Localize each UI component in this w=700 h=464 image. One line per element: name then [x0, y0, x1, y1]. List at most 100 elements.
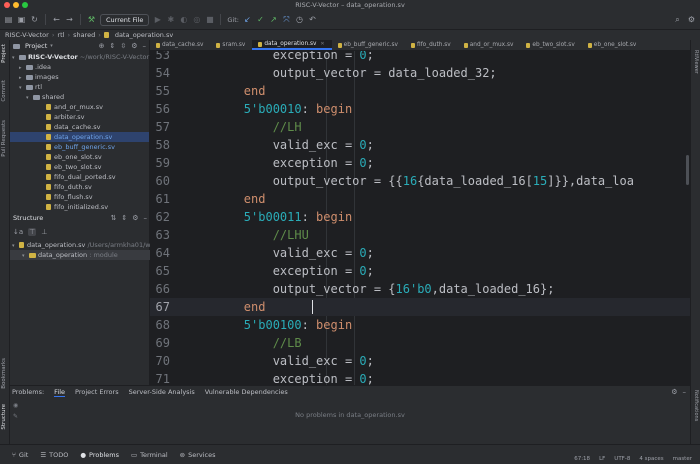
tab-eb-buff-generic[interactable]: eb_buff_generic.sv — [332, 40, 405, 50]
breadcrumb-project[interactable]: RISC-V-Vector — [5, 31, 49, 39]
problems-tool-button[interactable]: ● Problems — [80, 451, 119, 459]
project-panel-title[interactable]: Project — [25, 42, 47, 50]
show-fields-icon[interactable]: ⊥ — [41, 228, 47, 236]
cursor-position[interactable]: 67:18 — [574, 456, 590, 462]
structure-module-node[interactable]: ▾ data_operation : module — [10, 250, 150, 260]
tree-file[interactable]: fifo_initialized.sv — [10, 202, 149, 212]
locate-file-icon[interactable]: ⊕ — [99, 42, 105, 50]
commit-tool-button[interactable]: Commit — [1, 80, 7, 102]
tab-vulnerable-dependencies[interactable]: Vulnerable Dependencies — [205, 388, 288, 396]
rollback-icon[interactable]: ↶ — [308, 15, 317, 24]
tree-file[interactable]: eb_two_slot.sv — [10, 162, 149, 172]
tab-sram[interactable]: sram.sv — [210, 40, 252, 50]
git-push-icon[interactable]: ↗ — [269, 15, 278, 24]
back-arrow-icon[interactable]: ← — [52, 15, 61, 24]
forward-arrow-icon[interactable]: → — [65, 15, 74, 24]
tree-file[interactable]: arbiter.sv — [10, 112, 149, 122]
breadcrumb-file[interactable]: data_operation.sv — [115, 31, 173, 39]
services-tool-button[interactable]: ⊚ Services — [180, 451, 216, 459]
todo-tool-button[interactable]: ☰ TODO — [40, 451, 68, 459]
close-window-button[interactable] — [4, 2, 10, 8]
code-line[interactable]: 58 valid_exc = 0; — [150, 136, 690, 154]
pull-requests-tool-button[interactable]: Pull Requests — [1, 120, 7, 157]
code-line[interactable]: 71 exception = 0; — [150, 370, 690, 385]
tab-fifo-duth[interactable]: fifo_duth.sv — [405, 40, 458, 50]
tab-server-side-analysis[interactable]: Server-Side Analysis — [129, 388, 195, 396]
debug-icon[interactable]: ✱ — [166, 15, 175, 24]
tab-file[interactable]: File — [54, 388, 66, 397]
code-line[interactable]: 62 5'b00011: begin — [150, 208, 690, 226]
rtlviewer-tool-button[interactable]: RtlViewer — [693, 50, 699, 74]
code-line[interactable]: 56 5'b00010: begin — [150, 100, 690, 118]
code-editor[interactable]: 53 exception = 0; 54 output_vector = data… — [150, 51, 690, 385]
code-line[interactable]: 66 output_vector = {16'b0,data_loaded_16… — [150, 280, 690, 298]
tree-folder-shared[interactable]: ▾ shared — [10, 92, 149, 102]
window-controls[interactable] — [4, 2, 28, 8]
code-line[interactable]: 70 valid_exc = 0; — [150, 352, 690, 370]
filter-icon[interactable]: ⊤ — [28, 228, 37, 236]
run-icon[interactable]: ▶ — [153, 15, 162, 24]
open-folder-icon[interactable]: ▤ — [4, 15, 13, 24]
project-tool-button[interactable]: Project — [1, 44, 7, 63]
options-gear-icon[interactable]: ⚙ — [131, 42, 137, 50]
history-clock-icon[interactable]: ◷ — [295, 15, 304, 24]
structure-file-node[interactable]: ▾ data_operation.sv /Users/armkha01/wo — [10, 240, 155, 250]
search-everywhere-icon[interactable]: ⌕ — [673, 15, 682, 24]
code-line[interactable]: 63 //LHU — [150, 226, 690, 244]
code-line[interactable]: 54 output_vector = data_loaded_32; — [150, 64, 690, 82]
tab-data-operation[interactable]: data_operation.sv ✕ — [252, 40, 332, 50]
file-encoding[interactable]: UTF-8 — [614, 456, 630, 462]
code-line[interactable]: 69 //LB — [150, 334, 690, 352]
notifications-tool-button[interactable]: Notifications — [693, 390, 699, 421]
line-separator[interactable]: LF — [599, 456, 605, 462]
hide-panel-icon[interactable]: – — [683, 388, 687, 396]
git-commit-icon[interactable]: ✓ — [256, 15, 265, 24]
tree-folder-images[interactable]: ▸ images — [10, 72, 149, 82]
tree-file[interactable]: fifo_flush.sv — [10, 192, 149, 202]
code-line[interactable]: 55 end — [150, 82, 690, 100]
code-line[interactable]: 64 valid_exc = 0; — [150, 244, 690, 262]
hide-panel-icon[interactable]: – — [143, 42, 147, 50]
sort-icon[interactable]: ⇅ — [110, 214, 116, 222]
code-line[interactable]: 53 exception = 0; — [150, 51, 690, 64]
git-branch[interactable]: master — [673, 456, 692, 462]
tab-data-cache[interactable]: data_cache.sv — [150, 40, 210, 50]
breadcrumb-rtl[interactable]: rtl — [57, 31, 64, 39]
code-line[interactable]: 65 exception = 0; — [150, 262, 690, 280]
tree-file-selected[interactable]: data_operation.sv — [10, 132, 149, 142]
tree-file[interactable]: fifo_dual_ported.sv — [10, 172, 149, 182]
code-line[interactable]: 61 end — [150, 190, 690, 208]
zoom-window-button[interactable] — [22, 2, 28, 8]
tree-folder-idea[interactable]: ▸ .idea — [10, 62, 149, 72]
structure-tool-button[interactable]: Structure — [1, 404, 7, 430]
expand-all-icon[interactable]: ⇕ — [121, 214, 127, 222]
tab-eb-one-slot[interactable]: eb_one_slot.sv — [582, 40, 644, 50]
chevron-down-icon[interactable]: ▾ — [50, 41, 53, 51]
tab-project-errors[interactable]: Project Errors — [75, 388, 119, 396]
code-line[interactable]: 60 output_vector = {{16{data_loaded_16[1… — [150, 172, 690, 190]
code-line[interactable]: 59 exception = 0; — [150, 154, 690, 172]
bookmarks-tool-button[interactable]: Bookmarks — [1, 358, 7, 389]
tab-eb-two-slot[interactable]: eb_two_slot.sv — [520, 40, 581, 50]
collapse-all-icon[interactable]: ⇳ — [120, 42, 126, 50]
indent-setting[interactable]: 4 spaces — [639, 456, 663, 462]
sort-alpha-icon[interactable]: ↓a — [13, 228, 23, 236]
tree-file[interactable]: eb_buff_generic.sv — [10, 142, 149, 152]
git-update-icon[interactable]: ↙ — [243, 15, 252, 24]
tree-file[interactable]: and_or_mux.sv — [10, 102, 149, 112]
git-tool-button[interactable]: ⑂ Git — [12, 451, 28, 459]
expand-all-icon[interactable]: ⇕ — [109, 42, 115, 50]
tree-file[interactable]: data_cache.sv — [10, 122, 149, 132]
profile-icon[interactable]: ◐ — [179, 15, 188, 24]
tree-folder-rtl[interactable]: ▾ rtl — [10, 82, 149, 92]
options-gear-icon[interactable]: ⚙ — [132, 214, 138, 222]
eye-icon[interactable]: ◉ — [13, 402, 18, 409]
tree-file[interactable]: eb_one_slot.sv — [10, 152, 149, 162]
git-history-icon[interactable]: ⤧ — [282, 15, 291, 24]
code-line[interactable]: 57 //LH — [150, 118, 690, 136]
coverage-icon[interactable]: ◎ — [192, 15, 201, 24]
sync-icon[interactable]: ↻ — [30, 15, 39, 24]
save-icon[interactable]: ▣ — [17, 15, 26, 24]
terminal-tool-button[interactable]: ▭ Terminal — [131, 451, 168, 459]
minimize-window-button[interactable] — [13, 2, 19, 8]
